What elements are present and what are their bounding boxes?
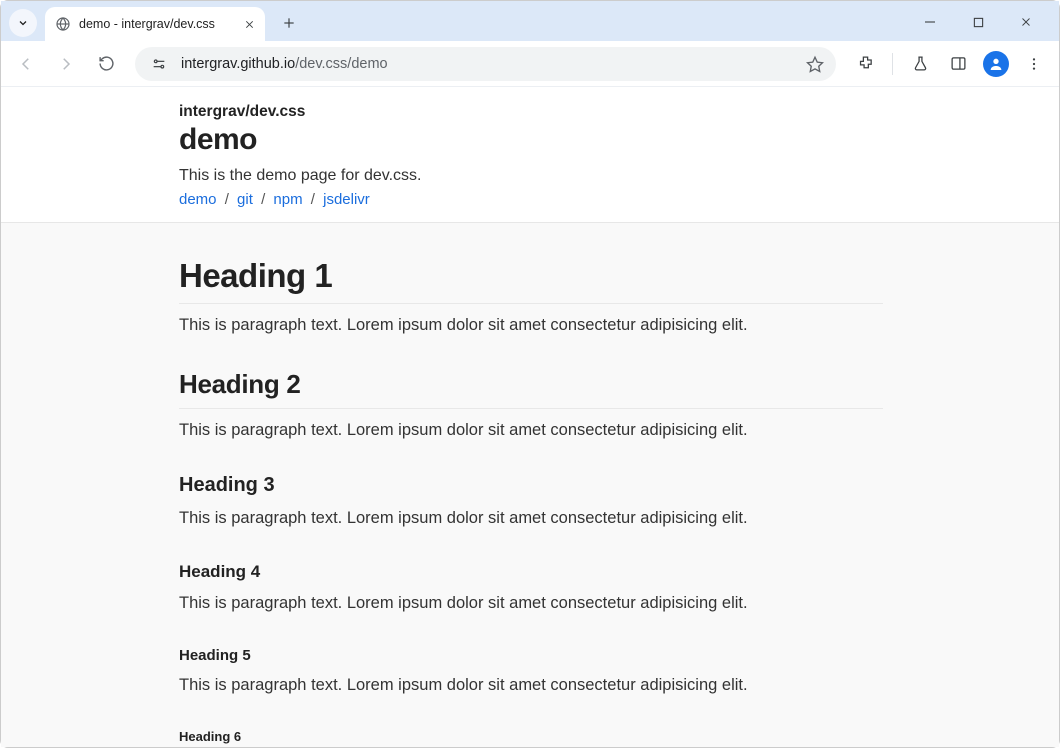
url-path: /dev.css/demo bbox=[295, 56, 387, 72]
paragraph: This is paragraph text. Lorem ipsum dolo… bbox=[179, 594, 883, 613]
heading-6: Heading 6 bbox=[179, 729, 883, 744]
nav-link-npm[interactable]: npm bbox=[273, 191, 302, 208]
content: Heading 1 This is paragraph text. Lorem … bbox=[1, 223, 1059, 747]
side-panel-icon[interactable] bbox=[941, 47, 975, 81]
toolbar-right bbox=[848, 47, 1051, 81]
close-tab-icon[interactable] bbox=[244, 19, 255, 30]
browser-tab[interactable]: demo - intergrav/dev.css bbox=[45, 7, 265, 41]
paragraph: This is paragraph text. Lorem ipsum dolo… bbox=[179, 676, 883, 695]
nav-separator: / bbox=[311, 191, 315, 208]
kebab-menu-icon[interactable] bbox=[1017, 47, 1051, 81]
tab-title: demo - intergrav/dev.css bbox=[79, 17, 215, 31]
url-host: intergrav.github.io bbox=[181, 56, 295, 72]
page-viewport[interactable]: intergrav/dev.css demo This is the demo … bbox=[1, 87, 1059, 747]
new-tab-button[interactable] bbox=[275, 9, 303, 37]
browser-chrome: demo - intergrav/dev.css bbox=[1, 1, 1059, 87]
heading-4: Heading 4 bbox=[179, 562, 883, 582]
header-subtitle: intergrav/dev.css bbox=[179, 103, 883, 121]
page-title: demo bbox=[179, 123, 883, 157]
tab-search-chevron[interactable] bbox=[9, 9, 37, 37]
bookmark-star-icon[interactable] bbox=[806, 55, 824, 73]
paragraph: This is paragraph text. Lorem ipsum dolo… bbox=[179, 316, 883, 335]
heading-3: Heading 3 bbox=[179, 474, 883, 497]
flask-icon[interactable] bbox=[903, 47, 937, 81]
reload-button[interactable] bbox=[89, 47, 123, 81]
heading-2: Heading 2 bbox=[179, 369, 883, 409]
heading-5: Heading 5 bbox=[179, 647, 883, 664]
url-text: intergrav.github.io/dev.css/demo bbox=[181, 56, 388, 72]
maximize-button[interactable] bbox=[963, 9, 993, 35]
nav-link-jsdelivr[interactable]: jsdelivr bbox=[323, 191, 370, 208]
page-header: intergrav/dev.css demo This is the demo … bbox=[1, 87, 1059, 223]
forward-button[interactable] bbox=[49, 47, 83, 81]
tab-strip: demo - intergrav/dev.css bbox=[1, 1, 1059, 41]
profile-avatar[interactable] bbox=[979, 47, 1013, 81]
browser-toolbar: intergrav.github.io/dev.css/demo bbox=[1, 41, 1059, 87]
header-nav: demo / git / npm / jsdelivr bbox=[179, 191, 883, 208]
window-controls bbox=[915, 9, 1041, 35]
paragraph: This is paragraph text. Lorem ipsum dolo… bbox=[179, 421, 883, 440]
address-bar[interactable]: intergrav.github.io/dev.css/demo bbox=[135, 47, 836, 81]
nav-separator: / bbox=[261, 191, 265, 208]
heading-1: Heading 1 bbox=[179, 257, 883, 304]
header-lead: This is the demo page for dev.css. bbox=[179, 167, 883, 185]
nav-link-git[interactable]: git bbox=[237, 191, 253, 208]
paragraph: This is paragraph text. Lorem ipsum dolo… bbox=[179, 509, 883, 528]
site-info-icon[interactable] bbox=[147, 52, 171, 76]
globe-icon bbox=[55, 16, 71, 32]
nav-link-demo[interactable]: demo bbox=[179, 191, 217, 208]
minimize-button[interactable] bbox=[915, 9, 945, 35]
nav-separator: / bbox=[225, 191, 229, 208]
extensions-icon[interactable] bbox=[848, 47, 882, 81]
separator bbox=[892, 53, 893, 75]
close-window-button[interactable] bbox=[1011, 9, 1041, 35]
back-button[interactable] bbox=[9, 47, 43, 81]
